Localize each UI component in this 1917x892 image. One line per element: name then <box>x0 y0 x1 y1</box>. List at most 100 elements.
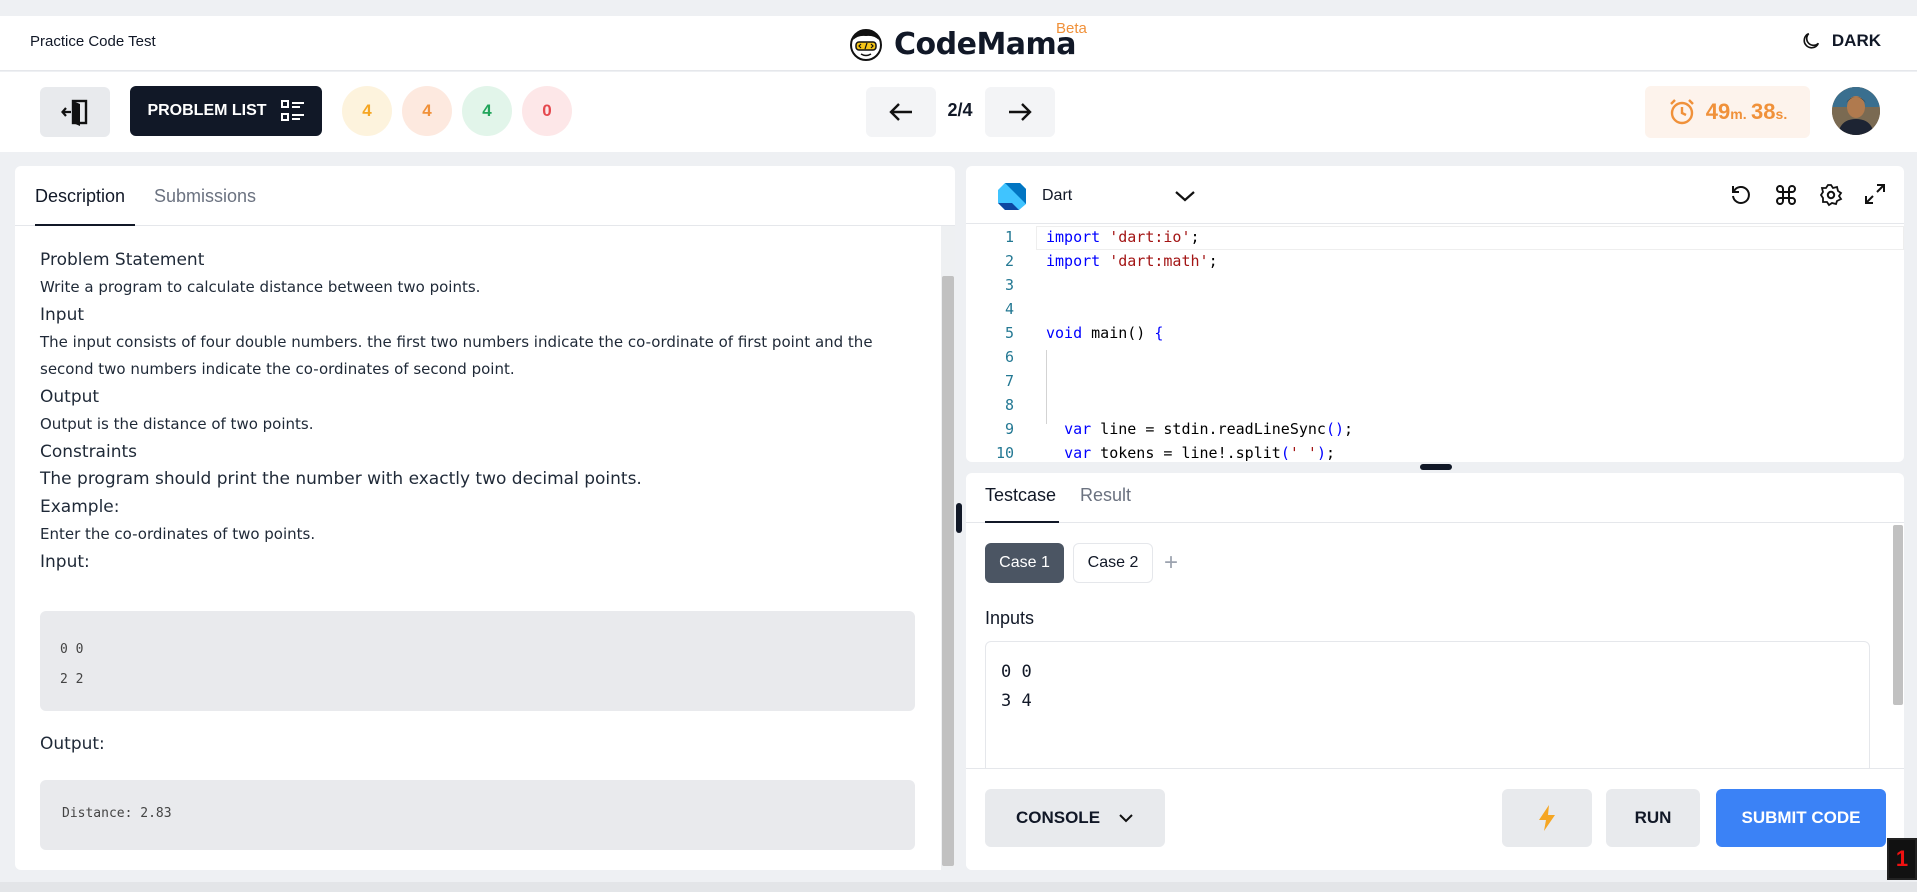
console-button[interactable]: CONSOLE <box>985 789 1165 847</box>
command-icon[interactable] <box>1774 183 1798 207</box>
output-text: Output is the distance of two points. <box>40 415 314 433</box>
line-number: 3 <box>1004 276 1014 294</box>
line-number: 10 <box>995 444 1014 462</box>
line-number: 8 <box>1004 396 1014 414</box>
notification-badge[interactable]: 1 <box>1887 838 1917 880</box>
tab-result[interactable]: Result <box>1080 485 1131 506</box>
input-line: 3 4 <box>1001 691 1032 711</box>
fullscreen-icon[interactable] <box>1864 183 1886 205</box>
code-editor[interactable]: 1 import 'dart:io'; 2 import 'dart:math'… <box>966 226 1904 462</box>
next-problem-button[interactable] <box>985 87 1055 137</box>
brand[interactable]: CodeMama Beta <box>848 20 1087 64</box>
example-input-label: Input: <box>40 552 90 572</box>
problem-list-button[interactable]: PROBLEM LIST <box>130 86 322 136</box>
code-line: 8 <box>966 396 1904 419</box>
tab-description[interactable]: Description <box>35 186 125 207</box>
code-line: 5 void main() { <box>966 324 1904 347</box>
dart-logo-icon <box>998 183 1026 210</box>
example-input-box: 0 0 2 2 <box>40 611 915 711</box>
example-input-line: 0 0 <box>60 642 84 657</box>
scrollbar-thumb[interactable] <box>942 276 954 866</box>
chevron-down-icon <box>1119 814 1133 823</box>
input-text: The input consists of four double number… <box>40 333 873 378</box>
description-panel: Description Submissions Problem Statemen… <box>15 166 955 870</box>
line-number: 6 <box>1004 348 1014 366</box>
count-badge-solved[interactable]: 4 <box>462 86 512 136</box>
line-number: 2 <box>1004 252 1014 270</box>
countdown-timer: 49m. 38s. <box>1645 86 1810 138</box>
example-input-line: 2 2 <box>60 672 84 687</box>
top-bar: Practice Code Test CodeMama Beta DARK <box>0 16 1917 71</box>
chevron-down-icon <box>1175 191 1195 202</box>
line-number: 5 <box>1004 324 1014 342</box>
problem-statement-heading: Problem Statement <box>40 250 205 270</box>
testcase-tabs: Testcase Result <box>966 473 1904 523</box>
count-badge-easy[interactable]: 4 <box>342 86 392 136</box>
tab-submissions[interactable]: Submissions <box>154 186 256 207</box>
problem-description: Problem Statement Write a program to cal… <box>40 250 910 576</box>
timer-minutes-unit: m. <box>1730 106 1747 122</box>
user-avatar[interactable] <box>1832 87 1880 135</box>
timer-minutes: 49 <box>1705 99 1731 124</box>
inputs-label: Inputs <box>985 608 1035 628</box>
example-output-box: Distance: 2.83 <box>40 780 915 850</box>
active-tab-indicator <box>35 224 135 226</box>
input-line: 0 0 <box>1001 662 1032 682</box>
constraints-heading: Constraints <box>40 442 137 462</box>
bottom-bar <box>0 882 1917 892</box>
scrollbar-thumb[interactable] <box>1893 525 1903 705</box>
code-text: import 'dart:io'; <box>1046 228 1200 246</box>
code-line: 10 var tokens = line!.split(' '); <box>966 444 1904 462</box>
theme-toggle[interactable]: DARK <box>1800 30 1881 52</box>
problem-statement-text: Write a program to calculate distance be… <box>40 278 481 296</box>
code-text: var line = stdin.readLineSync(); <box>1064 420 1354 438</box>
code-line: 1 import 'dart:io'; <box>966 228 1904 251</box>
line-number: 1 <box>1004 228 1014 246</box>
add-case-button[interactable]: + <box>1164 549 1178 577</box>
list-icon <box>280 100 304 121</box>
prev-problem-button[interactable] <box>866 87 936 137</box>
code-text: void main() { <box>1046 324 1164 342</box>
line-number: 4 <box>1004 300 1014 318</box>
vertical-resize-handle[interactable] <box>956 503 962 533</box>
example-output-text: Distance: 2.83 <box>62 806 172 821</box>
alarm-clock-icon <box>1669 99 1694 125</box>
moon-icon <box>1803 32 1819 49</box>
editor-tools <box>1729 183 1886 207</box>
arrow-left-icon <box>889 103 912 121</box>
settings-icon[interactable] <box>1819 183 1843 207</box>
case-2-button[interactable]: Case 2 <box>1073 543 1153 583</box>
code-line: 9 var line = stdin.readLineSync(); <box>966 420 1904 443</box>
arrow-right-icon <box>1009 103 1032 121</box>
brand-name: CodeMama <box>894 26 1077 62</box>
count-badge-medium[interactable]: 4 <box>402 86 452 136</box>
exit-button[interactable] <box>40 87 110 137</box>
lightning-icon <box>1539 805 1555 831</box>
code-line: 7 <box>966 372 1904 395</box>
active-tab-indicator <box>985 521 1059 523</box>
reset-icon[interactable] <box>1729 183 1753 207</box>
case-1-button[interactable]: Case 1 <box>985 543 1064 583</box>
language-select[interactable]: Dart <box>996 180 1196 212</box>
example-output-label: Output: <box>40 734 105 754</box>
code-line: 2 import 'dart:math'; <box>966 252 1904 275</box>
app-title: Practice Code Test <box>30 33 156 50</box>
code-editor-panel: Dart 1 import 'dart:io'; 2 import 'dart:… <box>966 166 1904 462</box>
quick-run-button[interactable] <box>1502 789 1592 847</box>
output-heading: Output <box>40 387 100 407</box>
code-line: 3 <box>966 276 1904 299</box>
beta-tag: Beta <box>1056 20 1087 37</box>
theme-label: DARK <box>1831 31 1881 50</box>
horizontal-resize-handle[interactable] <box>1420 464 1452 470</box>
testcase-panel: Testcase Result Case 1 Case 2 + Inputs 0… <box>966 473 1904 870</box>
line-number: 7 <box>1004 372 1014 390</box>
line-number: 9 <box>1004 420 1014 438</box>
example-text: Enter the co-ordinates of two points. <box>40 525 316 543</box>
count-badge-failed[interactable]: 0 <box>522 86 572 136</box>
testcase-input-field[interactable]: 0 0 3 4 <box>985 641 1870 781</box>
run-button[interactable]: RUN <box>1606 789 1700 847</box>
timer-seconds: 38 <box>1751 99 1776 124</box>
avatar-image <box>1832 87 1880 135</box>
submit-code-button[interactable]: SUBMIT CODE <box>1716 789 1886 847</box>
tab-testcase[interactable]: Testcase <box>985 485 1056 506</box>
